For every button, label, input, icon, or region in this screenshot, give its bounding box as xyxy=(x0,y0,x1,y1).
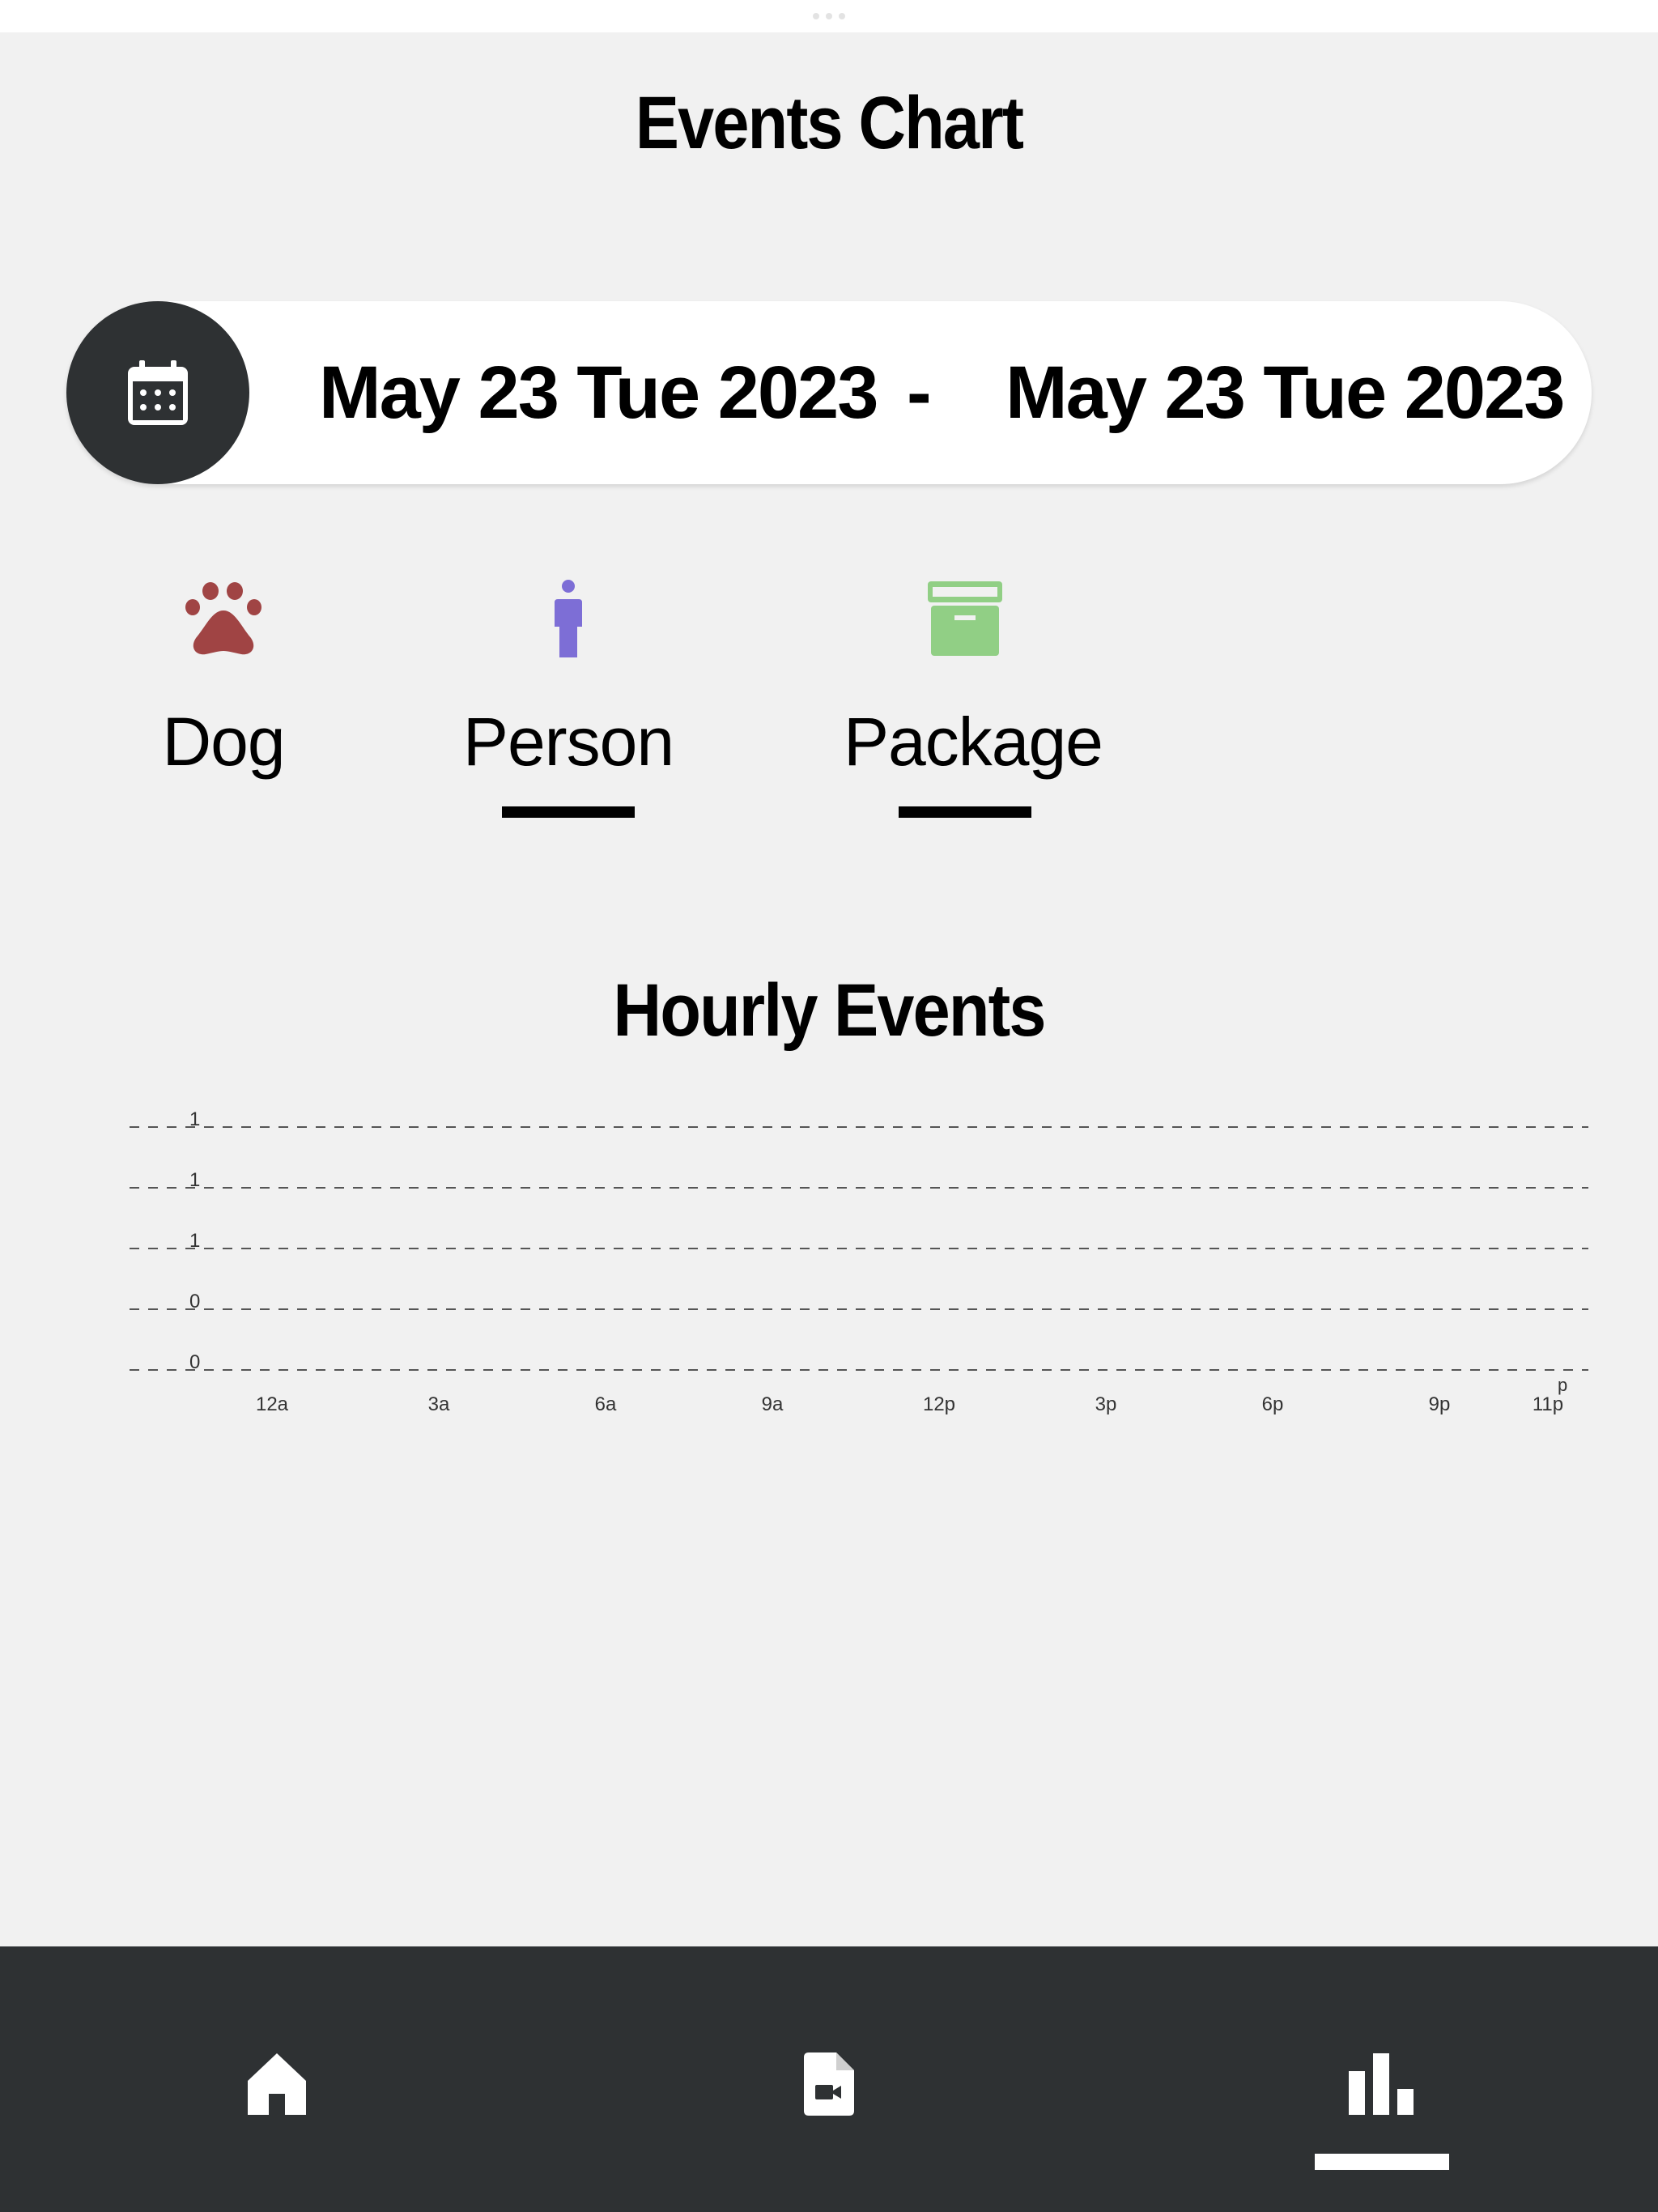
x-tick-label: 3p xyxy=(1095,1393,1117,1415)
nav-chart[interactable] xyxy=(1333,2035,1430,2133)
date-range-selector[interactable]: May 23 Tue 2023 - May 23 Tue 2023 xyxy=(66,301,1592,484)
y-tick-label: 1 xyxy=(189,1230,200,1252)
filter-person[interactable]: Person xyxy=(447,576,690,818)
nav-recordings[interactable] xyxy=(780,2035,878,2133)
x-tick-label: 12a xyxy=(256,1393,289,1415)
filter-label-dog: Dog xyxy=(162,704,285,780)
filter-label-package: Package xyxy=(844,704,1103,780)
x-tick-fragment: p xyxy=(1558,1375,1567,1395)
home-icon xyxy=(248,2053,306,2115)
start-date[interactable]: May 23 Tue 2023 xyxy=(319,348,878,437)
chart-title: Hourly Events xyxy=(613,969,1046,1052)
calendar-button[interactable] xyxy=(66,301,249,484)
calendar-icon xyxy=(128,360,188,425)
nav-home[interactable] xyxy=(228,2035,325,2133)
bar-chart-icon xyxy=(1349,2053,1414,2115)
x-tick-label: 9a xyxy=(762,1393,784,1415)
selected-underline xyxy=(899,806,1031,818)
paw-icon xyxy=(185,582,261,655)
filter-package[interactable]: Package xyxy=(844,576,1103,818)
active-tab-indicator xyxy=(1315,2154,1449,2170)
package-icon xyxy=(928,581,1002,656)
end-date[interactable]: May 23 Tue 2023 xyxy=(1005,348,1565,437)
x-tick-label: 11p xyxy=(1533,1393,1563,1415)
person-icon xyxy=(555,580,582,657)
filter-dog[interactable]: Dog xyxy=(102,576,345,782)
date-separator: - xyxy=(907,351,932,434)
x-tick-label: 3a xyxy=(428,1393,450,1415)
x-tick-label: 6p xyxy=(1262,1393,1284,1415)
y-tick-label: 1 xyxy=(189,1169,200,1191)
bottom-nav xyxy=(0,1946,1658,2212)
drag-handle[interactable] xyxy=(813,13,845,19)
x-tick-label: 6a xyxy=(595,1393,617,1415)
top-bar xyxy=(0,0,1658,32)
video-file-icon xyxy=(804,2052,854,2116)
x-tick-label: 12p xyxy=(923,1393,955,1415)
page-title: Events Chart xyxy=(635,82,1024,164)
selected-underline xyxy=(502,806,635,818)
y-tick-label: 0 xyxy=(189,1351,200,1373)
y-tick-label: 1 xyxy=(189,1108,200,1130)
hourly-events-chart: 1 1 1 0 0 12a 3a 6a 9a 12p 3p 6p 9p 11pp xyxy=(130,1108,1588,1415)
y-tick-label: 0 xyxy=(189,1291,200,1312)
x-tick-label: 9p xyxy=(1429,1393,1451,1415)
events-chart-screen: Events Chart May 23 Tue 2023 - May 23 Tu… xyxy=(0,0,1658,2212)
filter-label-person: Person xyxy=(462,704,674,780)
